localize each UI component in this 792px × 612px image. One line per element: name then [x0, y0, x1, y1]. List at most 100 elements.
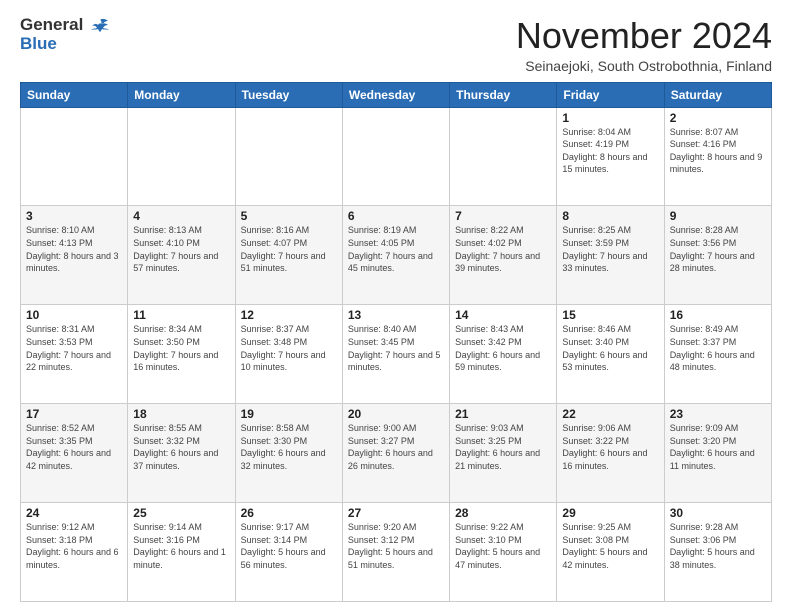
calendar-table: SundayMondayTuesdayWednesdayThursdayFrid… [20, 82, 772, 602]
day-cell: 14Sunrise: 8:43 AM Sunset: 3:42 PM Dayli… [450, 305, 557, 404]
day-cell: 18Sunrise: 8:55 AM Sunset: 3:32 PM Dayli… [128, 404, 235, 503]
day-number: 4 [133, 209, 229, 223]
day-number: 2 [670, 111, 766, 125]
day-cell: 4Sunrise: 8:13 AM Sunset: 4:10 PM Daylig… [128, 206, 235, 305]
day-number: 9 [670, 209, 766, 223]
day-cell: 22Sunrise: 9:06 AM Sunset: 3:22 PM Dayli… [557, 404, 664, 503]
day-cell: 10Sunrise: 8:31 AM Sunset: 3:53 PM Dayli… [21, 305, 128, 404]
day-info: Sunrise: 8:16 AM Sunset: 4:07 PM Dayligh… [241, 224, 337, 274]
day-number: 5 [241, 209, 337, 223]
day-info: Sunrise: 8:10 AM Sunset: 4:13 PM Dayligh… [26, 224, 122, 274]
day-info: Sunrise: 8:40 AM Sunset: 3:45 PM Dayligh… [348, 323, 444, 373]
day-cell: 12Sunrise: 8:37 AM Sunset: 3:48 PM Dayli… [235, 305, 342, 404]
month-title: November 2024 [516, 16, 772, 56]
day-number: 11 [133, 308, 229, 322]
logo-text-block: General Blue [20, 16, 110, 53]
day-info: Sunrise: 9:25 AM Sunset: 3:08 PM Dayligh… [562, 521, 658, 571]
day-info: Sunrise: 8:34 AM Sunset: 3:50 PM Dayligh… [133, 323, 229, 373]
day-cell: 6Sunrise: 8:19 AM Sunset: 4:05 PM Daylig… [342, 206, 449, 305]
day-cell: 2Sunrise: 8:07 AM Sunset: 4:16 PM Daylig… [664, 107, 771, 206]
day-number: 25 [133, 506, 229, 520]
logo-block: General Blue [20, 16, 110, 53]
day-info: Sunrise: 8:49 AM Sunset: 3:37 PM Dayligh… [670, 323, 766, 373]
subtitle: Seinaejoki, South Ostrobothnia, Finland [516, 58, 772, 74]
day-cell: 21Sunrise: 9:03 AM Sunset: 3:25 PM Dayli… [450, 404, 557, 503]
day-number: 29 [562, 506, 658, 520]
day-number: 16 [670, 308, 766, 322]
page: General Blue November 2024 Seinaejoki, S… [0, 0, 792, 612]
day-info: Sunrise: 8:07 AM Sunset: 4:16 PM Dayligh… [670, 126, 766, 176]
day-info: Sunrise: 9:06 AM Sunset: 3:22 PM Dayligh… [562, 422, 658, 472]
week-row-2: 3Sunrise: 8:10 AM Sunset: 4:13 PM Daylig… [21, 206, 772, 305]
day-cell: 13Sunrise: 8:40 AM Sunset: 3:45 PM Dayli… [342, 305, 449, 404]
day-cell: 15Sunrise: 8:46 AM Sunset: 3:40 PM Dayli… [557, 305, 664, 404]
day-number: 22 [562, 407, 658, 421]
day-cell: 5Sunrise: 8:16 AM Sunset: 4:07 PM Daylig… [235, 206, 342, 305]
day-number: 6 [348, 209, 444, 223]
day-cell: 11Sunrise: 8:34 AM Sunset: 3:50 PM Dayli… [128, 305, 235, 404]
day-info: Sunrise: 8:31 AM Sunset: 3:53 PM Dayligh… [26, 323, 122, 373]
day-cell: 17Sunrise: 8:52 AM Sunset: 3:35 PM Dayli… [21, 404, 128, 503]
day-number: 14 [455, 308, 551, 322]
day-info: Sunrise: 8:25 AM Sunset: 3:59 PM Dayligh… [562, 224, 658, 274]
day-number: 23 [670, 407, 766, 421]
day-info: Sunrise: 8:04 AM Sunset: 4:19 PM Dayligh… [562, 126, 658, 176]
day-cell [342, 107, 449, 206]
day-cell [450, 107, 557, 206]
day-number: 20 [348, 407, 444, 421]
day-cell: 8Sunrise: 8:25 AM Sunset: 3:59 PM Daylig… [557, 206, 664, 305]
day-cell: 19Sunrise: 8:58 AM Sunset: 3:30 PM Dayli… [235, 404, 342, 503]
week-row-3: 10Sunrise: 8:31 AM Sunset: 3:53 PM Dayli… [21, 305, 772, 404]
logo: General Blue [20, 16, 110, 53]
weekday-header-saturday: Saturday [664, 82, 771, 107]
day-info: Sunrise: 8:58 AM Sunset: 3:30 PM Dayligh… [241, 422, 337, 472]
day-cell [128, 107, 235, 206]
day-cell: 24Sunrise: 9:12 AM Sunset: 3:18 PM Dayli… [21, 503, 128, 602]
logo-general: General [20, 16, 110, 35]
day-info: Sunrise: 9:20 AM Sunset: 3:12 PM Dayligh… [348, 521, 444, 571]
day-number: 3 [26, 209, 122, 223]
logo-blue: Blue [20, 35, 110, 54]
day-info: Sunrise: 9:09 AM Sunset: 3:20 PM Dayligh… [670, 422, 766, 472]
day-info: Sunrise: 8:28 AM Sunset: 3:56 PM Dayligh… [670, 224, 766, 274]
weekday-header-wednesday: Wednesday [342, 82, 449, 107]
day-info: Sunrise: 8:55 AM Sunset: 3:32 PM Dayligh… [133, 422, 229, 472]
day-cell: 26Sunrise: 9:17 AM Sunset: 3:14 PM Dayli… [235, 503, 342, 602]
day-cell: 28Sunrise: 9:22 AM Sunset: 3:10 PM Dayli… [450, 503, 557, 602]
day-number: 8 [562, 209, 658, 223]
week-row-5: 24Sunrise: 9:12 AM Sunset: 3:18 PM Dayli… [21, 503, 772, 602]
day-cell: 23Sunrise: 9:09 AM Sunset: 3:20 PM Dayli… [664, 404, 771, 503]
weekday-header-tuesday: Tuesday [235, 82, 342, 107]
day-info: Sunrise: 9:22 AM Sunset: 3:10 PM Dayligh… [455, 521, 551, 571]
day-cell: 7Sunrise: 8:22 AM Sunset: 4:02 PM Daylig… [450, 206, 557, 305]
day-number: 21 [455, 407, 551, 421]
day-info: Sunrise: 9:14 AM Sunset: 3:16 PM Dayligh… [133, 521, 229, 571]
day-number: 17 [26, 407, 122, 421]
day-number: 26 [241, 506, 337, 520]
weekday-header-row: SundayMondayTuesdayWednesdayThursdayFrid… [21, 82, 772, 107]
weekday-header-friday: Friday [557, 82, 664, 107]
day-info: Sunrise: 9:17 AM Sunset: 3:14 PM Dayligh… [241, 521, 337, 571]
day-cell: 27Sunrise: 9:20 AM Sunset: 3:12 PM Dayli… [342, 503, 449, 602]
day-number: 30 [670, 506, 766, 520]
day-cell: 16Sunrise: 8:49 AM Sunset: 3:37 PM Dayli… [664, 305, 771, 404]
header: General Blue November 2024 Seinaejoki, S… [20, 16, 772, 74]
day-cell: 29Sunrise: 9:25 AM Sunset: 3:08 PM Dayli… [557, 503, 664, 602]
title-block: November 2024 Seinaejoki, South Ostrobot… [516, 16, 772, 74]
week-row-1: 1Sunrise: 8:04 AM Sunset: 4:19 PM Daylig… [21, 107, 772, 206]
day-number: 1 [562, 111, 658, 125]
week-row-4: 17Sunrise: 8:52 AM Sunset: 3:35 PM Dayli… [21, 404, 772, 503]
day-cell: 25Sunrise: 9:14 AM Sunset: 3:16 PM Dayli… [128, 503, 235, 602]
day-cell: 30Sunrise: 9:28 AM Sunset: 3:06 PM Dayli… [664, 503, 771, 602]
day-number: 12 [241, 308, 337, 322]
day-info: Sunrise: 8:13 AM Sunset: 4:10 PM Dayligh… [133, 224, 229, 274]
day-cell: 1Sunrise: 8:04 AM Sunset: 4:19 PM Daylig… [557, 107, 664, 206]
day-cell: 3Sunrise: 8:10 AM Sunset: 4:13 PM Daylig… [21, 206, 128, 305]
day-number: 19 [241, 407, 337, 421]
day-info: Sunrise: 8:19 AM Sunset: 4:05 PM Dayligh… [348, 224, 444, 274]
day-cell [21, 107, 128, 206]
weekday-header-thursday: Thursday [450, 82, 557, 107]
day-number: 28 [455, 506, 551, 520]
day-info: Sunrise: 8:43 AM Sunset: 3:42 PM Dayligh… [455, 323, 551, 373]
day-info: Sunrise: 8:46 AM Sunset: 3:40 PM Dayligh… [562, 323, 658, 373]
